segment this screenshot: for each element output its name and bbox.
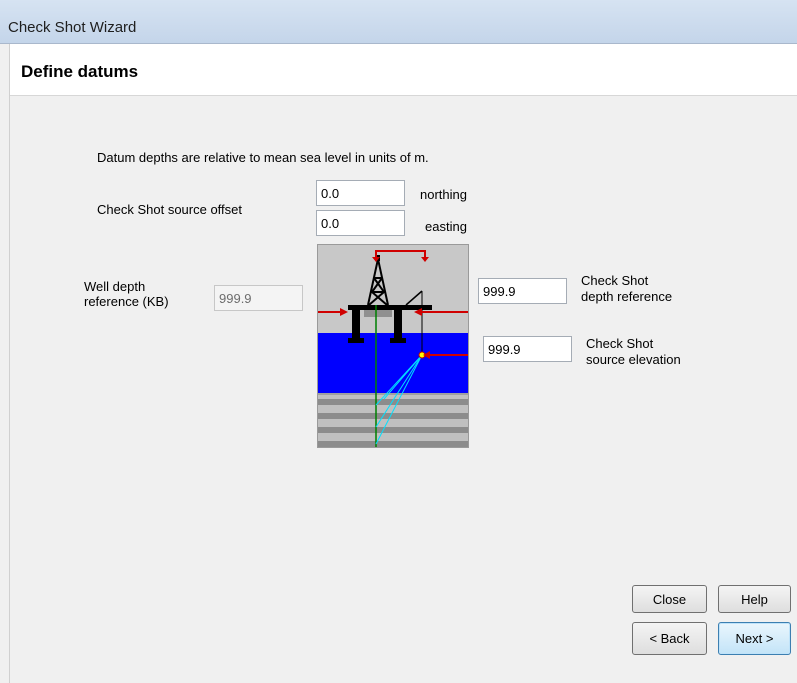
rig-module <box>364 310 392 317</box>
rig-leg-right <box>394 310 402 340</box>
window-title: Check Shot Wizard <box>8 19 137 36</box>
left-border <box>0 44 10 683</box>
seabed-layer-2 <box>318 413 468 419</box>
sky-area <box>318 245 468 333</box>
easting-input[interactable] <box>316 210 405 236</box>
rig-deck <box>348 305 432 310</box>
back-button[interactable]: < Back <box>632 622 707 655</box>
page-title: Define datums <box>21 62 139 81</box>
depth-reference-label-line1: Check Shot <box>581 273 649 288</box>
next-button[interactable]: Next > <box>718 622 791 655</box>
well-depth-label-line1: Well depth <box>84 279 146 294</box>
depth-reference-label-line2: depth reference <box>581 289 673 304</box>
source-elevation-label-line2: source elevation <box>586 352 681 367</box>
northing-input[interactable] <box>316 180 405 206</box>
northing-label: northing <box>420 187 467 202</box>
easting-label: easting <box>425 219 467 234</box>
source-elevation-input[interactable] <box>483 336 572 362</box>
page-header: Define datums <box>10 44 797 96</box>
seabed-layer-4 <box>318 441 468 447</box>
well-depth-input <box>214 285 303 311</box>
pontoon-right <box>390 338 406 343</box>
rig-leg-left <box>352 310 360 340</box>
window-titlebar: Check Shot Wizard <box>0 0 797 44</box>
rig-diagram-svg <box>318 245 468 447</box>
seabed-line <box>318 393 468 395</box>
intro-text: Datum depths are relative to mean sea le… <box>97 150 429 165</box>
pontoon-left <box>348 338 364 343</box>
source-elevation-label-line1: Check Shot <box>586 336 654 351</box>
source-offset-label: Check Shot source offset <box>97 202 243 217</box>
close-button[interactable]: Close <box>632 585 707 613</box>
depth-reference-input[interactable] <box>478 278 567 304</box>
well-depth-label-line2: reference (KB) <box>84 294 169 309</box>
help-button[interactable]: Help <box>718 585 791 613</box>
datum-diagram <box>317 244 469 448</box>
seabed-layer-3 <box>318 427 468 433</box>
